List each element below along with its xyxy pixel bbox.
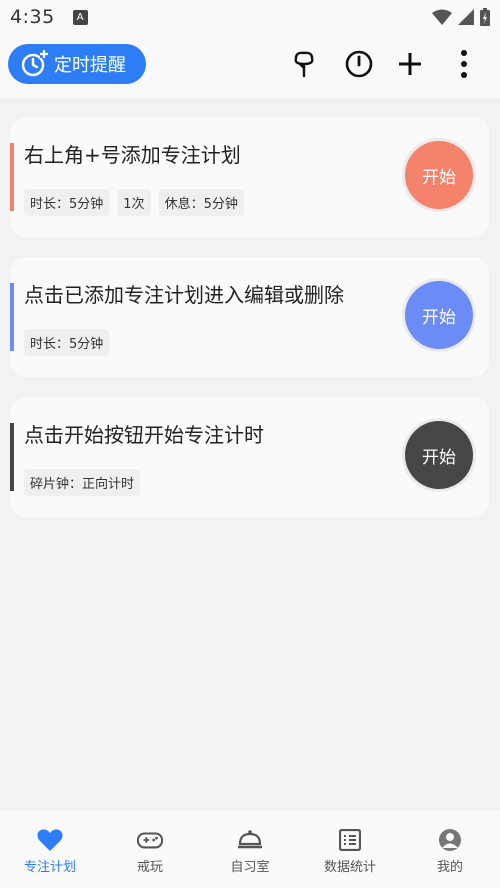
nav-item-statistics[interactable]: 数据统计 <box>300 810 400 888</box>
plan-tag: 碎片钟：正向计时 <box>24 469 141 496</box>
nav-label: 自习室 <box>230 860 270 875</box>
timer-icon[interactable] <box>343 48 375 80</box>
plan-color-bar <box>10 283 14 351</box>
plan-title: 右上角+号添加专注计划 <box>24 143 241 167</box>
plan-tag: 时长：5分钟 <box>24 189 110 216</box>
plan-tags: 碎片钟：正向计时 <box>24 469 141 496</box>
nav-item-mine[interactable]: 我的 <box>400 810 500 888</box>
bell-icon <box>237 828 263 852</box>
add-icon[interactable] <box>394 48 426 80</box>
plan-tag: 1次 <box>117 189 151 216</box>
start-button[interactable]: 开始 <box>405 281 473 349</box>
start-button[interactable]: 开始 <box>405 141 473 209</box>
nav-label: 数据统计 <box>323 860 376 875</box>
nav-label: 专注计划 <box>23 860 76 875</box>
plan-title: 点击已添加专注计划进入编辑或删除 <box>24 283 344 307</box>
nav-item-quit-play[interactable]: 戒玩 <box>100 810 200 888</box>
plan-color-bar <box>10 143 14 211</box>
start-button[interactable]: 开始 <box>405 421 473 489</box>
more-icon[interactable] <box>448 48 480 80</box>
signal-icon <box>458 9 474 25</box>
plan-color-bar <box>10 423 14 491</box>
plan-card[interactable]: 右上角+号添加专注计划 时长：5分钟 1次 休息：5分钟 开始 <box>10 117 489 237</box>
status-time: 4:35 <box>10 6 55 28</box>
tree-icon[interactable] <box>288 48 320 80</box>
plan-tags: 时长：5分钟 1次 休息：5分钟 <box>24 189 244 216</box>
plan-card[interactable]: 点击已添加专注计划进入编辑或删除 时长：5分钟 开始 <box>10 257 489 377</box>
plan-title: 点击开始按钮开始专注计时 <box>24 423 264 447</box>
nav-label: 戒玩 <box>136 860 163 875</box>
heart-icon <box>37 828 63 852</box>
list-icon <box>337 828 363 852</box>
nav-item-study-room[interactable]: 自习室 <box>200 810 300 888</box>
nav-item-focus-plan[interactable]: 专注计划 <box>0 810 100 888</box>
battery-icon <box>480 8 490 26</box>
reminder-label: 定时提醒 <box>54 55 126 76</box>
person-icon <box>437 828 463 852</box>
a-icon: A <box>72 9 88 25</box>
reminder-button[interactable]: 定时提醒 <box>8 44 146 84</box>
gamepad-icon <box>137 828 163 852</box>
status-indicators <box>432 8 490 26</box>
nav-label: 我的 <box>436 860 463 875</box>
plan-card[interactable]: 点击开始按钮开始专注计时 碎片钟：正向计时 开始 <box>10 397 489 517</box>
status-bar: 4:35 A <box>0 0 500 34</box>
alarm-add-icon <box>21 50 48 77</box>
plan-tags: 时长：5分钟 <box>24 329 110 356</box>
plan-tag: 时长：5分钟 <box>24 329 110 356</box>
plan-tag: 休息：5分钟 <box>158 189 244 216</box>
top-bar: 定时提醒 <box>0 34 500 98</box>
wifi-icon <box>432 9 452 25</box>
bottom-nav: 专注计划 戒玩 自习室 数据统计 我的 <box>0 810 500 888</box>
